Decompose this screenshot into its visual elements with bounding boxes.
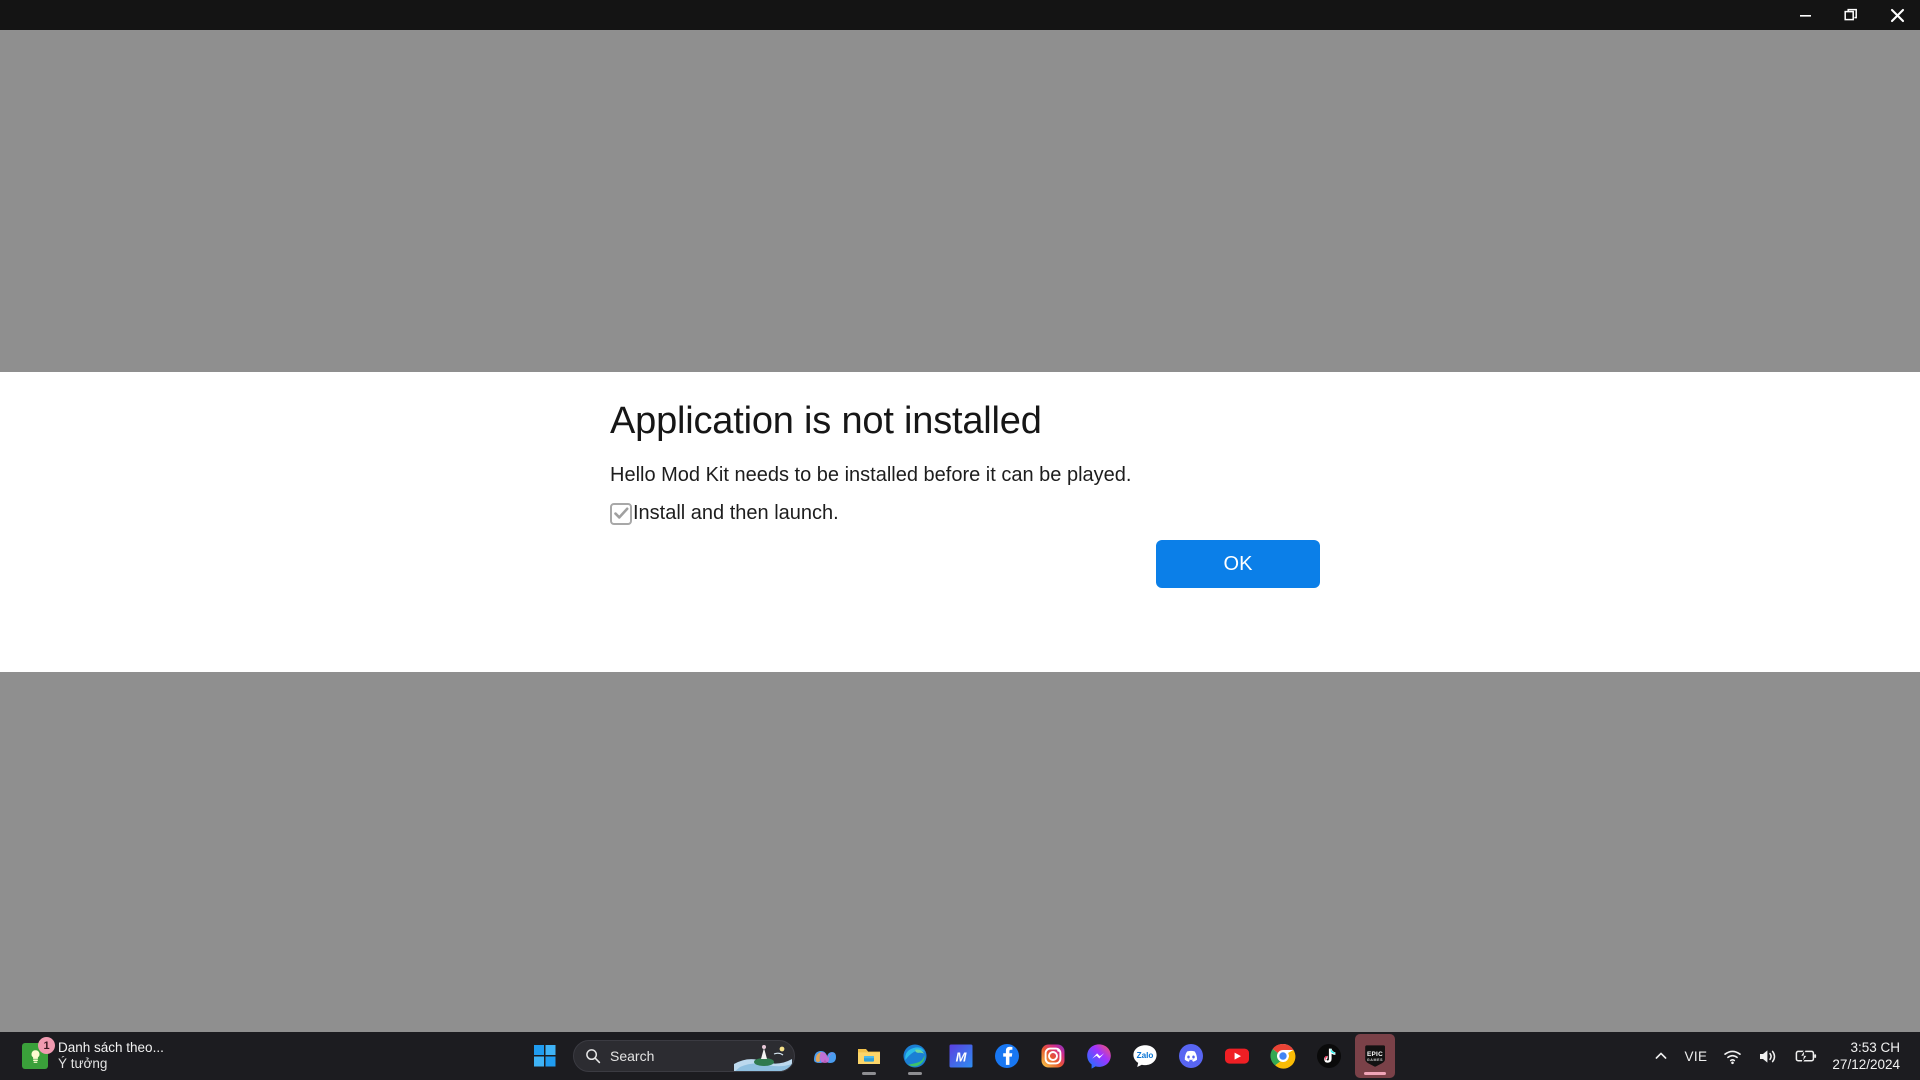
search-placeholder: Search [610,1048,655,1064]
widget-notification-badge: 1 [38,1037,55,1054]
mega-icon: M [949,1044,973,1068]
taskbar-app-instagram[interactable] [1033,1034,1073,1078]
taskbar-app-tiktok[interactable] [1309,1034,1349,1078]
ok-button[interactable]: OK [1156,540,1320,588]
taskbar-app-discord[interactable] [1171,1034,1211,1078]
taskbar-app-epic-games[interactable]: EPIC GAMES [1355,1034,1395,1078]
taskbar-app-zalo[interactable]: Zalo [1125,1034,1165,1078]
instagram-icon [1041,1044,1065,1068]
wifi-icon [1724,1050,1742,1064]
widget-icon-wrapper: 1 [22,1037,55,1069]
not-installed-dialog: Application is not installed Hello Mod K… [0,372,1920,672]
restore-icon [1843,8,1857,20]
taskbar-center-cluster: Search M Zalo EPIC GAMES [525,1032,1395,1080]
taskbar-widget-notes[interactable]: 1 Danh sách theo... Ý tưởng [14,1032,172,1080]
taskbar-app-copilot[interactable] [803,1034,843,1078]
dialog-content: Application is not installed Hello Mod K… [610,372,1320,672]
file-explorer-icon [858,1049,880,1064]
svg-text:GAMES: GAMES [1367,1058,1383,1062]
svg-text:Zalo: Zalo [1137,1051,1154,1060]
language-label: VIE [1684,1048,1708,1064]
speaker-icon [1760,1049,1776,1063]
volume-button[interactable] [1750,1038,1786,1074]
start-button[interactable] [525,1034,565,1078]
battery-button[interactable] [1786,1038,1826,1074]
restore-button[interactable] [1828,0,1874,30]
copilot-icon [814,1051,836,1063]
taskbar-app-file-explorer[interactable] [849,1034,889,1078]
search-input[interactable]: Search [573,1040,795,1072]
taskbar-app-microsoft-edge[interactable] [895,1034,935,1078]
system-tray: VIE 3:53 CH 27/12/2024 [1646,1032,1910,1080]
widget-text-block: Danh sách theo... Ý tưởng [58,1040,164,1073]
svg-text:M: M [956,1050,968,1065]
taskbar-app-mega[interactable]: M [941,1034,981,1078]
minimize-button[interactable] [1782,0,1828,30]
messenger-icon [1087,1044,1111,1069]
dialog-title: Application is not installed [610,400,1042,442]
chevron-up-icon [1656,1052,1667,1059]
install-and-launch-checkbox[interactable] [610,502,632,525]
battery-charging-icon [1796,1049,1817,1063]
windows-logo-icon [534,1045,556,1067]
install-and-launch-checkbox-row[interactable]: Install and then launch. [610,502,839,525]
install-and-launch-label: Install and then launch. [633,502,839,524]
youtube-icon [1225,1048,1249,1064]
dialog-message: Hello Mod Kit needs to be installed befo… [610,464,1132,486]
widget-title: Danh sách theo... [58,1039,164,1055]
checkmark-icon [613,507,628,519]
close-icon [1890,8,1904,22]
taskbar-app-messenger[interactable] [1079,1034,1119,1078]
search-decoration-image [732,1041,794,1071]
clock[interactable]: 3:53 CH 27/12/2024 [1826,1036,1910,1076]
facebook-icon [995,1044,1019,1068]
taskbar-app-facebook[interactable] [987,1034,1027,1078]
tiktok-icon [1317,1044,1341,1068]
search-icon [586,1049,601,1064]
google-chrome-icon [1270,1043,1296,1069]
close-button[interactable] [1874,0,1920,30]
taskbar-app-youtube[interactable] [1217,1034,1257,1078]
running-indicator [862,1072,876,1075]
epic-games-icon: EPIC GAMES [1365,1045,1385,1067]
widget-subtitle: Ý tưởng [58,1056,108,1071]
svg-text:EPIC: EPIC [1367,1051,1383,1058]
windows-taskbar: 1 Danh sách theo... Ý tưởng Search M Zal… [0,1032,1920,1080]
tray-overflow-button[interactable] [1646,1038,1676,1074]
window-titlebar [0,0,1920,30]
clock-date: 27/12/2024 [1832,1057,1900,1072]
zalo-icon: Zalo [1133,1045,1157,1067]
clock-time: 3:53 CH [1850,1039,1900,1055]
application-window: Application is not installed Hello Mod K… [0,0,1920,1032]
language-indicator[interactable]: VIE [1676,1038,1715,1074]
taskbar-app-google-chrome[interactable] [1263,1034,1303,1078]
focused-indicator [1364,1072,1386,1075]
network-button[interactable] [1715,1038,1750,1074]
minimize-icon [1799,14,1811,17]
running-indicator [908,1072,922,1075]
microsoft-edge-icon [903,1044,927,1068]
discord-icon [1179,1044,1203,1068]
